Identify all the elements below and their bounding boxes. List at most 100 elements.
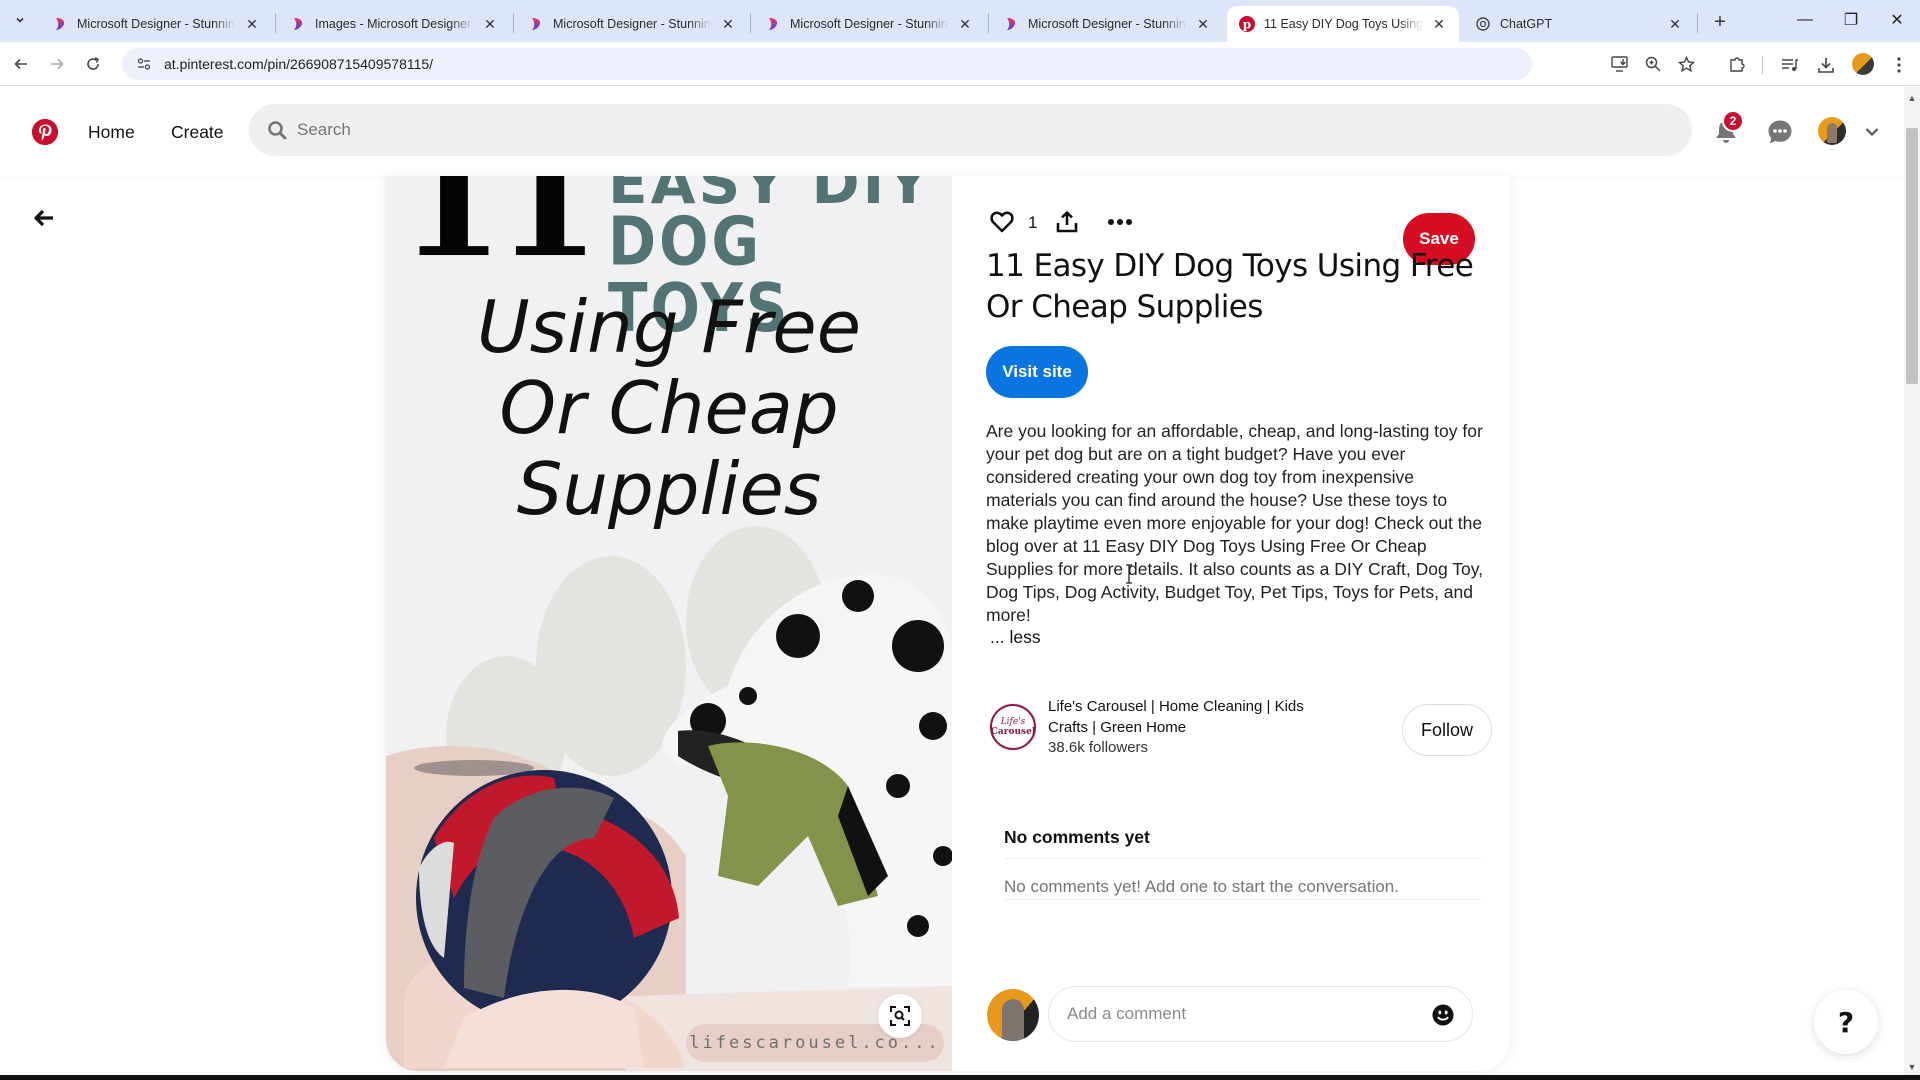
image-script-line: Or Cheap [499, 366, 839, 450]
creator-name[interactable]: Life's Carousel | Home Cleaning | Kids C… [1048, 696, 1338, 738]
pinterest-logo[interactable]: P [32, 119, 58, 145]
divider [1004, 899, 1482, 900]
visual-search-icon [890, 1006, 910, 1026]
tab-close-icon[interactable]: ✕ [957, 16, 973, 32]
arrow-right-icon [51, 58, 64, 70]
tab-separator [275, 13, 276, 33]
tab-separator [750, 13, 751, 33]
minimize-button[interactable]: — [1782, 6, 1828, 34]
visit-site-button[interactable]: Visit site [986, 346, 1088, 398]
browser-tab[interactable]: ChatGPT ✕ [1463, 6, 1695, 42]
share-button[interactable] [1051, 206, 1083, 238]
chevron-down-icon [1865, 128, 1879, 137]
pin-details-panel: 1 Save 11 Easy DIY Dog Toys Using Free O… [986, 176, 1496, 1071]
browser-tab[interactable]: Images - Microsoft Designer ✕ [278, 6, 510, 42]
browser-profile-avatar[interactable] [1852, 53, 1874, 75]
zoom-icon[interactable] [1641, 52, 1665, 76]
tab-separator [513, 13, 514, 33]
creator-avatar[interactable]: Life's Carousel [989, 703, 1037, 751]
fabric-ball-illustration [404, 760, 684, 1068]
designer-icon [532, 18, 541, 30]
browser-menu-icon[interactable] [1886, 52, 1912, 78]
react-button[interactable] [986, 206, 1018, 238]
tab-close-icon[interactable]: ✕ [1431, 16, 1447, 32]
search-input[interactable] [297, 120, 1597, 140]
designer-icon [1007, 18, 1016, 30]
pin-image[interactable]: EASY DIY 11 DOG TOYS Using Free Or Cheap… [386, 176, 952, 1071]
pinterest-header: P Home Create 2 [0, 86, 1904, 176]
tab-title: 11 Easy DIY Dog Toys Using Free Or Cheap… [1264, 17, 1423, 31]
image-script-line: Using Free [476, 285, 862, 369]
comment-input-container[interactable] [1048, 986, 1473, 1042]
browser-tab-active[interactable]: p 11 Easy DIY Dog Toys Using Free Or Che… [1227, 6, 1459, 42]
chat-bubble-icon [1768, 120, 1792, 144]
chatgpt-icon [1476, 17, 1490, 31]
tab-title: Microsoft Designer - Stunning designs in… [790, 17, 949, 31]
scrollbar-thumb[interactable] [1906, 128, 1918, 384]
install-app-icon[interactable] [1608, 52, 1632, 76]
browser-tab[interactable]: Microsoft Designer - Stunning designs in… [991, 6, 1223, 42]
tab-close-icon[interactable]: ✕ [244, 16, 260, 32]
show-less-link[interactable]: ... less [990, 627, 1041, 648]
scroll-down-arrow[interactable]: ▼ [1904, 1060, 1920, 1074]
maximize-button[interactable]: ❐ [1828, 6, 1874, 34]
search-icon [268, 121, 287, 140]
nav-home[interactable]: Home [88, 115, 135, 149]
pin-action-bar: 1 Save [986, 196, 1496, 265]
back-nav-button[interactable] [8, 51, 34, 77]
tab-close-icon[interactable]: ✕ [482, 16, 498, 32]
tab-close-icon[interactable]: ✕ [1195, 16, 1211, 32]
browser-tab[interactable]: Microsoft Designer - Stunning designs in… [40, 6, 272, 42]
tab-search-button[interactable] [8, 8, 32, 32]
pinterest-icon [32, 119, 58, 145]
url-text[interactable]: at.pinterest.com/pin/266908715409578115/ [164, 56, 433, 72]
tab-close-icon[interactable]: ✕ [720, 16, 736, 32]
svg-text:p: p [1243, 18, 1251, 32]
creator-followers: 38.6k followers [1048, 739, 1149, 756]
browser-tab-bar: Microsoft Designer - Stunning designs in… [0, 0, 1920, 42]
browser-tab[interactable]: Microsoft Designer - Stunning designs in… [516, 6, 748, 42]
url-omnibox[interactable]: at.pinterest.com/pin/266908715409578115/ [122, 48, 1532, 80]
extensions-icon[interactable] [1724, 52, 1750, 78]
emoji-icon[interactable] [1432, 1004, 1454, 1026]
creator-info: Life's Carousel Life's Carousel | Home Cl… [986, 687, 1496, 767]
image-headline-number: 11 [399, 176, 600, 291]
bookmark-star-icon[interactable] [1674, 52, 1698, 76]
media-control-icon[interactable] [1777, 52, 1803, 78]
user-avatar[interactable] [1818, 117, 1846, 145]
tab-title: Images - Microsoft Designer [315, 17, 472, 31]
tab-title: ChatGPT [1500, 17, 1553, 31]
downloads-icon[interactable] [1813, 52, 1839, 78]
comments-empty-message: No comments yet! Add one to start the co… [1004, 877, 1399, 896]
notification-count-badge: 2 [1722, 110, 1744, 132]
tab-close-icon[interactable]: ✕ [1667, 16, 1683, 32]
arrow-left-icon [34, 209, 53, 227]
heart-icon [990, 211, 1014, 233]
messages-button[interactable] [1760, 112, 1800, 152]
reaction-count: 1 [1028, 213, 1038, 232]
site-info-icon[interactable] [134, 54, 154, 74]
pin-description: Are you looking for an affordable, cheap… [986, 421, 1484, 625]
close-window-button[interactable]: ✕ [1874, 6, 1920, 34]
pin-closeup-card: EASY DIY 11 DOG TOYS Using Free Or Cheap… [386, 176, 1510, 1071]
back-button[interactable] [26, 200, 62, 236]
search-bar[interactable] [249, 104, 1692, 156]
follow-button[interactable]: Follow [1402, 704, 1492, 756]
scroll-up-arrow[interactable]: ▲ [1904, 91, 1920, 105]
account-menu-button[interactable] [1862, 122, 1882, 142]
visual-search-button[interactable] [878, 994, 922, 1038]
nav-create[interactable]: Create [171, 115, 224, 149]
reload-button[interactable] [80, 51, 106, 77]
comment-input[interactable] [1067, 1004, 1407, 1024]
svg-text:Life's: Life's [1000, 717, 1026, 727]
current-user-avatar [987, 989, 1039, 1041]
new-tab-button[interactable]: + [1706, 8, 1734, 36]
comments-heading[interactable]: No comments yet [1004, 827, 1150, 848]
more-options-button[interactable] [1104, 206, 1136, 238]
arrow-left-icon [14, 58, 27, 70]
address-bar: at.pinterest.com/pin/266908715409578115/ [0, 42, 1920, 86]
browser-tab[interactable]: Microsoft Designer - Stunning designs in… [753, 6, 985, 42]
tab-title: Microsoft Designer - Stunning designs in… [553, 17, 712, 31]
help-button[interactable]: ? [1814, 990, 1878, 1054]
forward-nav-button[interactable] [44, 51, 70, 77]
